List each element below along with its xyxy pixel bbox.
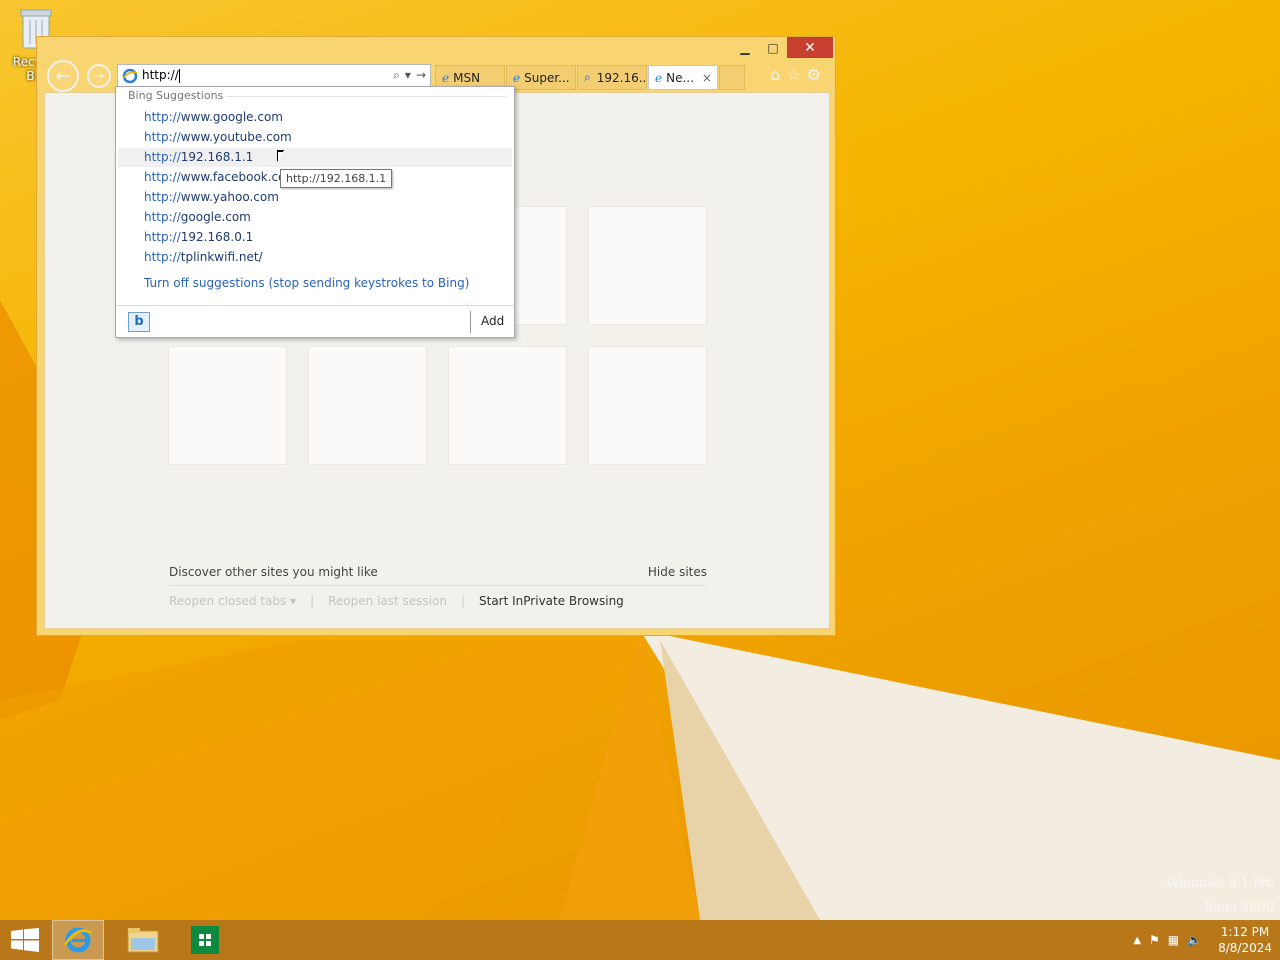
divider	[470, 311, 471, 333]
minimize-button[interactable]: ▁	[731, 37, 759, 58]
ie-icon	[63, 927, 92, 953]
site-tile[interactable]	[588, 206, 707, 325]
suggestion-item-hovered[interactable]: http://192.168.1.1	[118, 148, 512, 167]
go-arrow-icon[interactable]: →	[416, 68, 426, 83]
address-tools: ⌕ ▾ →	[393, 68, 426, 83]
suggestion-item[interactable]: http://www.yahoo.com	[118, 188, 512, 207]
chevron-down-icon: ▾	[290, 594, 297, 608]
maximize-button[interactable]: □	[759, 37, 787, 58]
site-tile[interactable]	[588, 346, 707, 465]
suggestion-item[interactable]: http://192.168.0.1	[118, 228, 512, 247]
dropdown-icon[interactable]: ▾	[405, 68, 411, 83]
network-icon[interactable]: ▦	[1168, 933, 1179, 947]
suggestion-item[interactable]: http://tplinkwifi.net/	[118, 248, 512, 267]
forward-arrow-icon: →	[93, 68, 105, 84]
tab-close-icon[interactable]: ×	[702, 71, 712, 85]
tab-label: MSN	[453, 70, 481, 85]
taskbar-file-explorer[interactable]	[118, 920, 168, 960]
link-separator: |	[310, 594, 315, 608]
clock[interactable]: 1:12 PM 8/8/2024	[1218, 924, 1272, 956]
taskbar: ▲ ⚑ ▦ 🔈 1:12 PM 8/8/2024	[0, 920, 1280, 960]
site-tile[interactable]	[168, 346, 287, 465]
search-icon: ⌕	[584, 70, 591, 84]
tab-new-active[interactable]: ℯ Ne... ×	[648, 65, 718, 90]
ie-icon: ℯ	[513, 70, 521, 85]
volume-muted-icon[interactable]: 🔈	[1187, 933, 1202, 947]
add-button[interactable]: Add	[481, 314, 504, 328]
toolbar-icons: ⌂ ☆ ⚙	[770, 65, 821, 84]
divider	[226, 96, 506, 97]
suggestions-header: Bing Suggestions	[128, 89, 224, 102]
system-tray: ▲ ⚑ ▦ 🔈 1:12 PM 8/8/2024	[1133, 920, 1272, 960]
clock-time: 1:12 PM	[1220, 925, 1270, 939]
ie-icon	[122, 68, 138, 83]
taskbar-ie[interactable]	[52, 920, 104, 960]
window-controls: ▁ □ ✕	[731, 37, 833, 58]
tab-super[interactable]: ℯ Super...	[506, 65, 576, 90]
watermark-build: Build 9600	[1204, 900, 1274, 915]
ie-icon: ℯ	[442, 70, 450, 85]
bing-icon[interactable]: b	[128, 312, 150, 332]
suggestion-item[interactable]: http://google.com	[118, 208, 512, 227]
tab-192[interactable]: ⌕ 192.16...	[577, 65, 647, 90]
back-button[interactable]: ←	[47, 60, 79, 92]
favorites-star-icon[interactable]: ☆	[786, 65, 800, 84]
home-icon[interactable]: ⌂	[770, 65, 780, 84]
mouse-cursor-fill	[278, 152, 283, 161]
tab-label: Ne...	[666, 70, 694, 85]
address-input[interactable]: http://	[142, 68, 180, 83]
tab-label: 192.16...	[596, 70, 647, 85]
suggestion-item[interactable]: http://www.youtube.com	[118, 128, 512, 147]
reopen-last-session-link[interactable]: Reopen last session	[328, 594, 447, 608]
reopen-closed-tabs-link[interactable]: Reopen closed tabs ▾	[169, 594, 296, 608]
show-hidden-icons-chevron-icon[interactable]: ▲	[1133, 935, 1141, 946]
suggestions-footer: b Add	[116, 305, 514, 337]
new-tab-button[interactable]	[719, 65, 745, 90]
forward-button[interactable]: →	[87, 64, 111, 88]
windows-logo-icon	[11, 928, 39, 952]
suggestions-dropdown: Bing Suggestions http://www.google.com h…	[115, 86, 515, 338]
turn-off-suggestions-link[interactable]: Turn off suggestions (stop sending keyst…	[144, 276, 469, 290]
link-separator: |	[460, 594, 465, 608]
discover-bar: Discover other sites you might like Hide…	[169, 565, 707, 586]
store-icon	[191, 926, 219, 954]
tab-label: Super...	[524, 70, 570, 85]
site-tile[interactable]	[308, 346, 427, 465]
ie-icon: ℯ	[655, 70, 663, 85]
close-button[interactable]: ✕	[787, 37, 833, 58]
back-arrow-icon: ←	[55, 65, 71, 87]
site-tile[interactable]	[448, 346, 567, 465]
clock-date: 8/8/2024	[1218, 941, 1272, 955]
inprivate-link[interactable]: Start InPrivate Browsing	[479, 594, 624, 608]
taskbar-store[interactable]	[180, 920, 230, 960]
watermark-edition: Windows 8.1 Pro	[1166, 876, 1274, 891]
newtab-links: Reopen closed tabs ▾ | Reopen last sessi…	[169, 594, 624, 608]
suggestion-item[interactable]: http://www.google.com	[118, 108, 512, 127]
start-button[interactable]	[4, 920, 46, 960]
search-icon[interactable]: ⌕	[393, 68, 400, 83]
discover-text: Discover other sites you might like	[169, 565, 378, 579]
settings-gear-icon[interactable]: ⚙	[807, 65, 821, 84]
url-tooltip: http://192.168.1.1	[280, 169, 393, 188]
action-center-flag-icon[interactable]: ⚑	[1149, 933, 1160, 947]
folder-icon	[127, 928, 159, 953]
address-bar[interactable]: http:// ⌕ ▾ →	[117, 64, 431, 87]
hide-sites-link[interactable]: Hide sites	[648, 565, 707, 579]
